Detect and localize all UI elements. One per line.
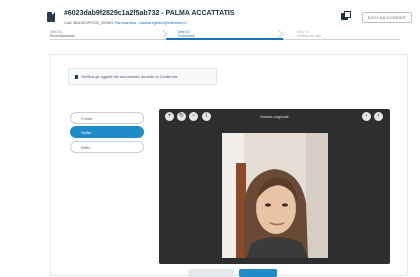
selfie-photo <box>222 133 328 258</box>
step-2[interactable]: Step 02 Documenti <box>178 30 195 38</box>
step-chevron-2 <box>274 29 284 39</box>
step-3-label: Verifica dei dati <box>297 34 321 38</box>
doc-option-front[interactable]: Fronte <box>70 112 144 124</box>
step-3[interactable]: Step 03 Verifica dei dati <box>297 30 321 38</box>
image-viewer: + ↻ − i Mostra originale ‹ › <box>159 109 390 264</box>
info-document-icon <box>75 74 78 79</box>
notice-text: Verifica gli oggetti del documento duran… <box>81 74 178 79</box>
step-2-label: Documenti <box>178 34 195 38</box>
document-icon <box>47 12 55 22</box>
step-1[interactable]: Step 01 Riconoscimento <box>50 30 75 38</box>
page-title: #6023dab9f2829c1a2f5ab732 - PALMA ACCATT… <box>64 10 235 17</box>
notice-box: Verifica gli oggetti del documento duran… <box>68 68 217 85</box>
exit-dossier-button[interactable]: ESCI DA DOSSIER <box>362 12 412 23</box>
copy-icon[interactable] <box>341 11 351 20</box>
step-line-1 <box>50 39 166 40</box>
viewer-title[interactable]: Mostra originale <box>159 114 390 119</box>
doc-option-selfie[interactable]: Selfie <box>70 126 144 138</box>
subtitle-link[interactable]: Panoramica · bancaregistra@infinwork.it <box>114 20 186 25</box>
step-chevron-1 <box>158 29 168 39</box>
app-header: #6023dab9f2829c1a2f5ab732 - PALMA ACCATT… <box>0 0 420 30</box>
step-line-3 <box>283 39 400 40</box>
step-line-active <box>166 38 283 40</box>
previous-icon[interactable]: ‹ <box>362 112 371 121</box>
page-subtitle: Cod: BACKOFFICE_DEMO Panoramica · bancar… <box>64 20 187 25</box>
selfie-illustration <box>222 133 328 258</box>
next-icon[interactable]: › <box>374 112 383 121</box>
doc-option-back[interactable]: Retro <box>70 141 144 153</box>
step-1-label: Riconoscimento <box>50 34 75 38</box>
subtitle-code: Cod: BACKOFFICE_DEMO <box>64 20 114 25</box>
